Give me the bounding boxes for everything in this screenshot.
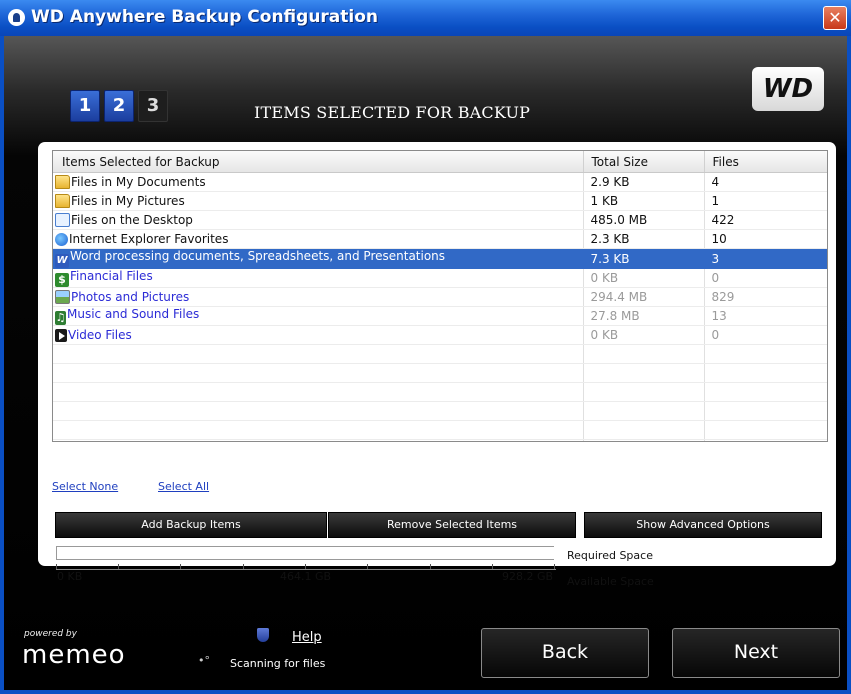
word-document-icon: W [55,254,69,268]
table-row[interactable]: Photos and Pictures 294.4 MB 829 [53,287,827,307]
item-name: Photos and Pictures [71,290,190,304]
item-files: 829 [704,287,827,307]
status-text: Scanning for files [230,657,326,670]
scanning-icon: •° [198,654,210,667]
title-bar: WD Anywhere Backup Configuration ✕ [0,0,851,36]
item-name: Files on the Desktop [71,213,193,227]
item-name: Video Files [68,328,132,342]
item-files: 13 [704,306,827,326]
wd-logo: WD [752,67,824,111]
table-row[interactable]: Files on the Desktop 485.0 MB 422 [53,210,827,230]
desktop-icon [55,213,70,227]
item-files: 0 [704,268,827,288]
select-all-link[interactable]: Select All [158,480,209,493]
scale-min-label: 0 KB [57,570,83,583]
close-button[interactable]: ✕ [823,6,847,30]
empty-row [53,420,827,440]
pictures-folder-icon [55,194,70,208]
item-size: 2.3 KB [583,229,705,249]
table-row-selected[interactable]: W Word processing documents, Spreadsheets… [53,248,827,269]
item-files: 1 [704,191,827,211]
required-space-bar [56,546,554,560]
app-body: 1 2 3 ITEMS SELECTED FOR BACKUP WD Items… [4,36,847,690]
dollar-icon: $ [55,273,69,287]
item-size: 7.3 KB [583,248,705,269]
table-row[interactable]: ♫ Music and Sound Files 27.8 MB 13 [53,306,827,326]
scale-tick [492,564,493,569]
photo-icon [55,290,70,304]
item-files: 422 [704,210,827,230]
empty-row [53,344,827,364]
select-none-link[interactable]: Select None [52,480,118,493]
required-space-label: Required Space [567,549,653,562]
item-size: 2.9 KB [583,172,705,192]
memeo-logo: memeo [22,640,126,670]
item-size: 1 KB [583,191,705,211]
item-size: 485.0 MB [583,210,705,230]
available-space-scale [56,560,556,570]
window-title: WD Anywhere Backup Configuration [31,7,379,27]
help-link[interactable]: Help [292,630,322,645]
available-space-label: Available Space [567,575,654,588]
remove-selected-items-button[interactable]: Remove Selected Items [328,512,576,538]
back-button[interactable]: Back [481,628,649,678]
table-row[interactable]: $ Financial Files 0 KB 0 [53,268,827,288]
item-name: Financial Files [70,269,153,283]
table-row[interactable]: Files in My Pictures 1 KB 1 [53,191,827,211]
empty-row [53,401,827,421]
add-backup-items-button[interactable]: Add Backup Items [55,512,327,538]
scale-tick [554,564,555,569]
music-note-icon: ♫ [55,311,66,325]
video-icon [55,329,67,342]
scale-tick [180,564,181,569]
internet-explorer-icon [55,233,68,246]
item-size: 0 KB [583,325,705,345]
scale-tick [56,564,57,569]
item-files: 3 [704,248,827,269]
item-name: Internet Explorer Favorites [69,232,229,246]
documents-folder-icon [55,175,70,189]
shield-icon [257,628,269,642]
step-2[interactable]: 2 [104,90,134,122]
table-row[interactable]: Video Files 0 KB 0 [53,325,827,345]
scale-mid-label: 464.1 GB [280,570,332,583]
next-button[interactable]: Next [672,628,840,678]
empty-row [53,439,827,441]
show-advanced-options-button[interactable]: Show Advanced Options [584,512,822,538]
scale-tick [118,564,119,569]
item-name: Word processing documents, Spreadsheets,… [70,249,446,263]
powered-by-text: powered by [24,629,77,639]
table-header: Items Selected for Backup Total Size Fil… [53,151,827,173]
item-files: 0 [704,325,827,345]
item-name: Files in My Pictures [71,194,185,208]
item-name: Files in My Documents [71,175,206,189]
content-panel: Items Selected for Backup Total Size Fil… [38,142,836,588]
column-header-items[interactable]: Items Selected for Backup [53,151,584,173]
item-size: 294.4 MB [583,287,705,307]
scale-tick [367,564,368,569]
scale-tick [243,564,244,569]
column-header-size[interactable]: Total Size [583,151,705,173]
item-files: 10 [704,229,827,249]
window-frame-bottom [0,690,851,694]
backup-items-table: Items Selected for Backup Total Size Fil… [52,150,828,442]
step-1[interactable]: 1 [70,90,100,122]
scale-tick [430,564,431,569]
item-size: 0 KB [583,268,705,288]
item-name: Music and Sound Files [67,307,200,321]
step-3[interactable]: 3 [138,90,168,122]
window-frame-right [847,36,851,694]
empty-row [53,382,827,402]
table-row[interactable]: Internet Explorer Favorites 2.3 KB 10 [53,229,827,249]
scale-tick [305,564,306,569]
empty-row [53,363,827,383]
app-icon [8,9,25,26]
scale-max-label: 928.2 GB [502,570,554,583]
item-files: 4 [704,172,827,192]
item-size: 27.8 MB [583,306,705,326]
page-title: ITEMS SELECTED FOR BACKUP [254,103,531,122]
table-row[interactable]: Files in My Documents 2.9 KB 4 [53,172,827,192]
column-header-files[interactable]: Files [704,151,827,173]
